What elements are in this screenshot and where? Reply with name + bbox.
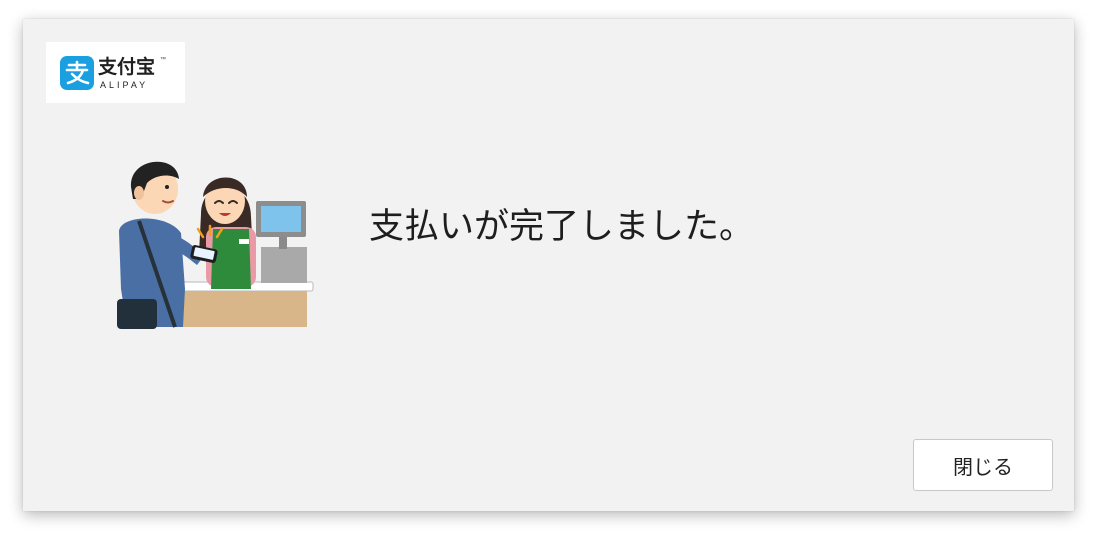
close-button[interactable]: 閉じる	[913, 439, 1053, 491]
cashier-payment-illustration	[117, 161, 314, 329]
register-screen	[261, 206, 301, 232]
customer-bag	[117, 299, 157, 329]
payment-complete-dialog: 支付宝 ™ ALIPAY 支払いが完了しました。 閉じる	[23, 19, 1074, 511]
logo-english-text: ALIPAY	[100, 80, 149, 90]
logo-trademark: ™	[160, 57, 166, 63]
alipay-logo: 支付宝 ™ ALIPAY	[46, 42, 185, 103]
alipay-logo-icon	[60, 56, 94, 90]
cashier-nametag	[239, 239, 249, 244]
register-body	[261, 247, 307, 283]
register-stand	[279, 235, 287, 249]
logo-chinese-text: 支付宝	[98, 56, 156, 78]
payment-complete-message: 支払いが完了しました。	[369, 207, 755, 247]
